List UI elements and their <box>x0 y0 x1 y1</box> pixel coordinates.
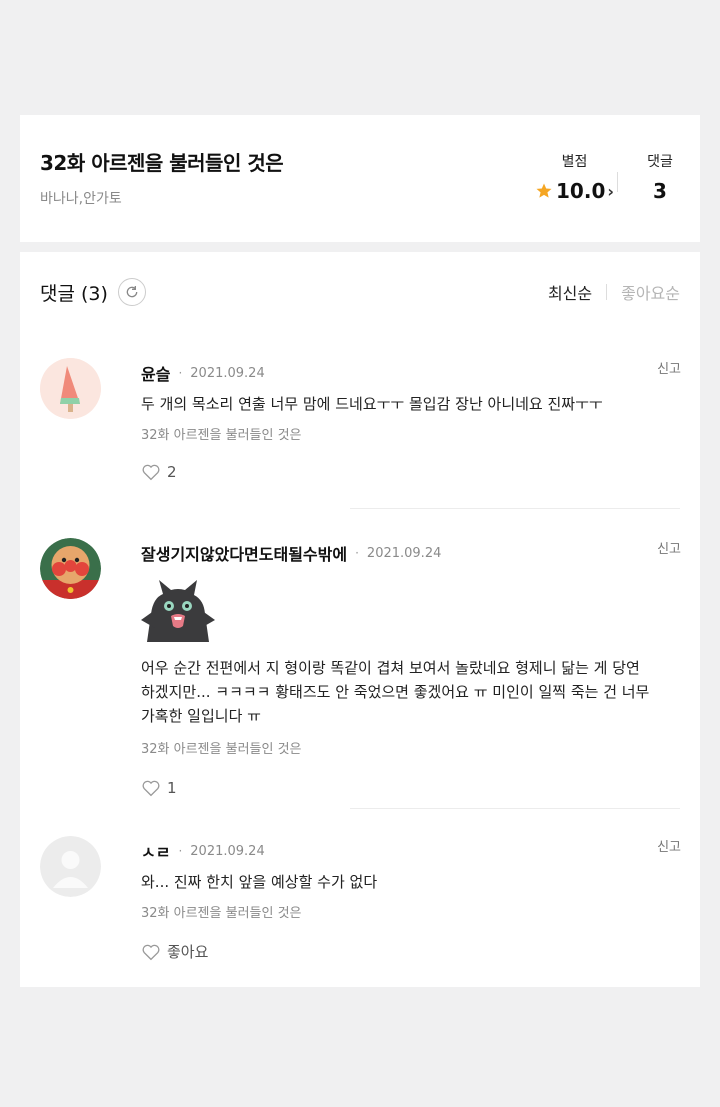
episode-title: 32화 아르젠을 불러들인 것은 <box>40 151 284 175</box>
comment-body: 잘생기지않았다면도태될수밖에 · 2021.09.24 신고 어우 순간 전편에… <box>141 538 681 797</box>
rating-row[interactable]: 10.0 › <box>532 179 617 203</box>
comment-divider <box>350 508 680 509</box>
comment-text-line: 어우 순간 전편에서 지 형이랑 똑같이 겹쳐 보여서 놀랐네요 형제니 닮는 … <box>141 659 640 677</box>
black-cat-sticker-icon <box>141 580 215 642</box>
sort-divider <box>606 284 608 300</box>
stat-divider <box>617 172 618 192</box>
episode-authors[interactable]: 바나나,안가토 <box>40 188 122 208</box>
rating-value: 10.0 <box>556 179 606 203</box>
refresh-icon <box>126 286 138 298</box>
meta-dot: · <box>355 546 359 560</box>
comment-date: 2021.09.24 <box>366 545 442 561</box>
report-button[interactable]: 신고 <box>657 358 681 377</box>
comments-heading-row: 댓글 (3) <box>40 278 146 306</box>
like-button[interactable]: 2 <box>141 463 681 481</box>
anpanman-avatar-icon[interactable] <box>40 538 101 599</box>
like-button[interactable]: 좋아요 <box>141 941 681 962</box>
heart-icon <box>142 944 160 960</box>
comment-body: ㅅㄹ · 2021.09.24 신고 와... 진짜 한치 앞을 예상할 수가 … <box>141 836 681 962</box>
comment-item: 윤슬 · 2021.09.24 신고 두 개의 목소리 연출 너무 맘에 드네요… <box>40 358 681 498</box>
comment-date: 2021.09.24 <box>190 365 265 381</box>
heart-icon <box>142 464 160 481</box>
comment-count-label: 댓글 <box>647 154 673 170</box>
comment-text-line: 하겠지만... ㅋㅋㅋㅋ 황태즈도 안 죽었으면 좋겠어요 ㅠ 미인이 일찍 죽… <box>141 683 650 701</box>
meta-dot: · <box>178 366 183 380</box>
star-icon <box>536 183 552 198</box>
comment-episode-link[interactable]: 32화 아르젠을 불러들인 것은 <box>141 738 681 757</box>
like-button[interactable]: 1 <box>141 779 681 797</box>
comment-text: 와... 진짜 한치 앞을 예상할 수가 없다 <box>141 873 378 891</box>
comment-text-line: 가혹한 일입니다 ㅠ <box>141 707 261 725</box>
heart-icon <box>142 780 160 797</box>
comment-episode-link[interactable]: 32화 아르젠을 불러들인 것은 <box>141 902 681 921</box>
comment-episode-link[interactable]: 32화 아르젠을 불러들인 것은 <box>141 424 681 443</box>
comment-body: 윤슬 · 2021.09.24 신고 두 개의 목소리 연출 너무 맘에 드네요… <box>141 358 681 481</box>
comment-count-stat: 댓글 3 <box>635 151 685 203</box>
comments-card: 댓글 (3) 최신순 좋아요순 윤슬 · 2021.09.24 신고 두 개의 … <box>20 252 700 987</box>
meta-dot: · <box>178 844 183 858</box>
rating-stat[interactable]: 별점 10.0 › <box>532 151 617 203</box>
comment-author[interactable]: 윤슬 <box>141 361 170 385</box>
rating-label: 별점 <box>561 154 588 170</box>
default-user-avatar-icon[interactable] <box>40 836 101 897</box>
comment-date: 2021.09.24 <box>190 843 265 859</box>
sort-bar: 최신순 좋아요순 <box>548 280 680 304</box>
like-count: 1 <box>167 779 177 797</box>
sort-latest-button[interactable]: 최신순 <box>548 280 592 304</box>
report-button[interactable]: 신고 <box>657 836 681 855</box>
sort-likes-button[interactable]: 좋아요순 <box>621 280 680 304</box>
popsicle-avatar-icon[interactable] <box>40 358 101 419</box>
like-label: 좋아요 <box>167 943 209 961</box>
comment-text: 어우 순간 전편에서 지 형이랑 똑같이 겹쳐 보여서 놀랐네요 형제니 닮는 … <box>141 656 681 728</box>
comment-divider <box>350 808 680 809</box>
episode-header-card: 32화 아르젠을 불러들인 것은 바나나,안가토 별점 10.0 › 댓글 3 <box>20 115 700 242</box>
comments-heading: 댓글 (3) <box>40 282 108 305</box>
like-count: 2 <box>167 463 177 481</box>
comment-author[interactable]: 잘생기지않았다면도태될수밖에 <box>141 541 347 565</box>
report-button[interactable]: 신고 <box>657 538 681 557</box>
comment-count-value: 3 <box>653 179 667 203</box>
chevron-right-icon[interactable]: › <box>607 182 614 201</box>
comment-author[interactable]: ㅅㄹ <box>141 839 170 863</box>
comment-text: 두 개의 목소리 연출 너무 맘에 드네요ㅜㅜ 몰입감 장난 아니네요 진짜ㅜㅜ <box>141 395 603 413</box>
refresh-button[interactable] <box>117 278 146 306</box>
comment-item: ㅅㄹ · 2021.09.24 신고 와... 진짜 한치 앞을 예상할 수가 … <box>40 836 681 976</box>
comment-item: 잘생기지않았다면도태될수밖에 · 2021.09.24 신고 어우 순간 전편에… <box>40 538 681 798</box>
